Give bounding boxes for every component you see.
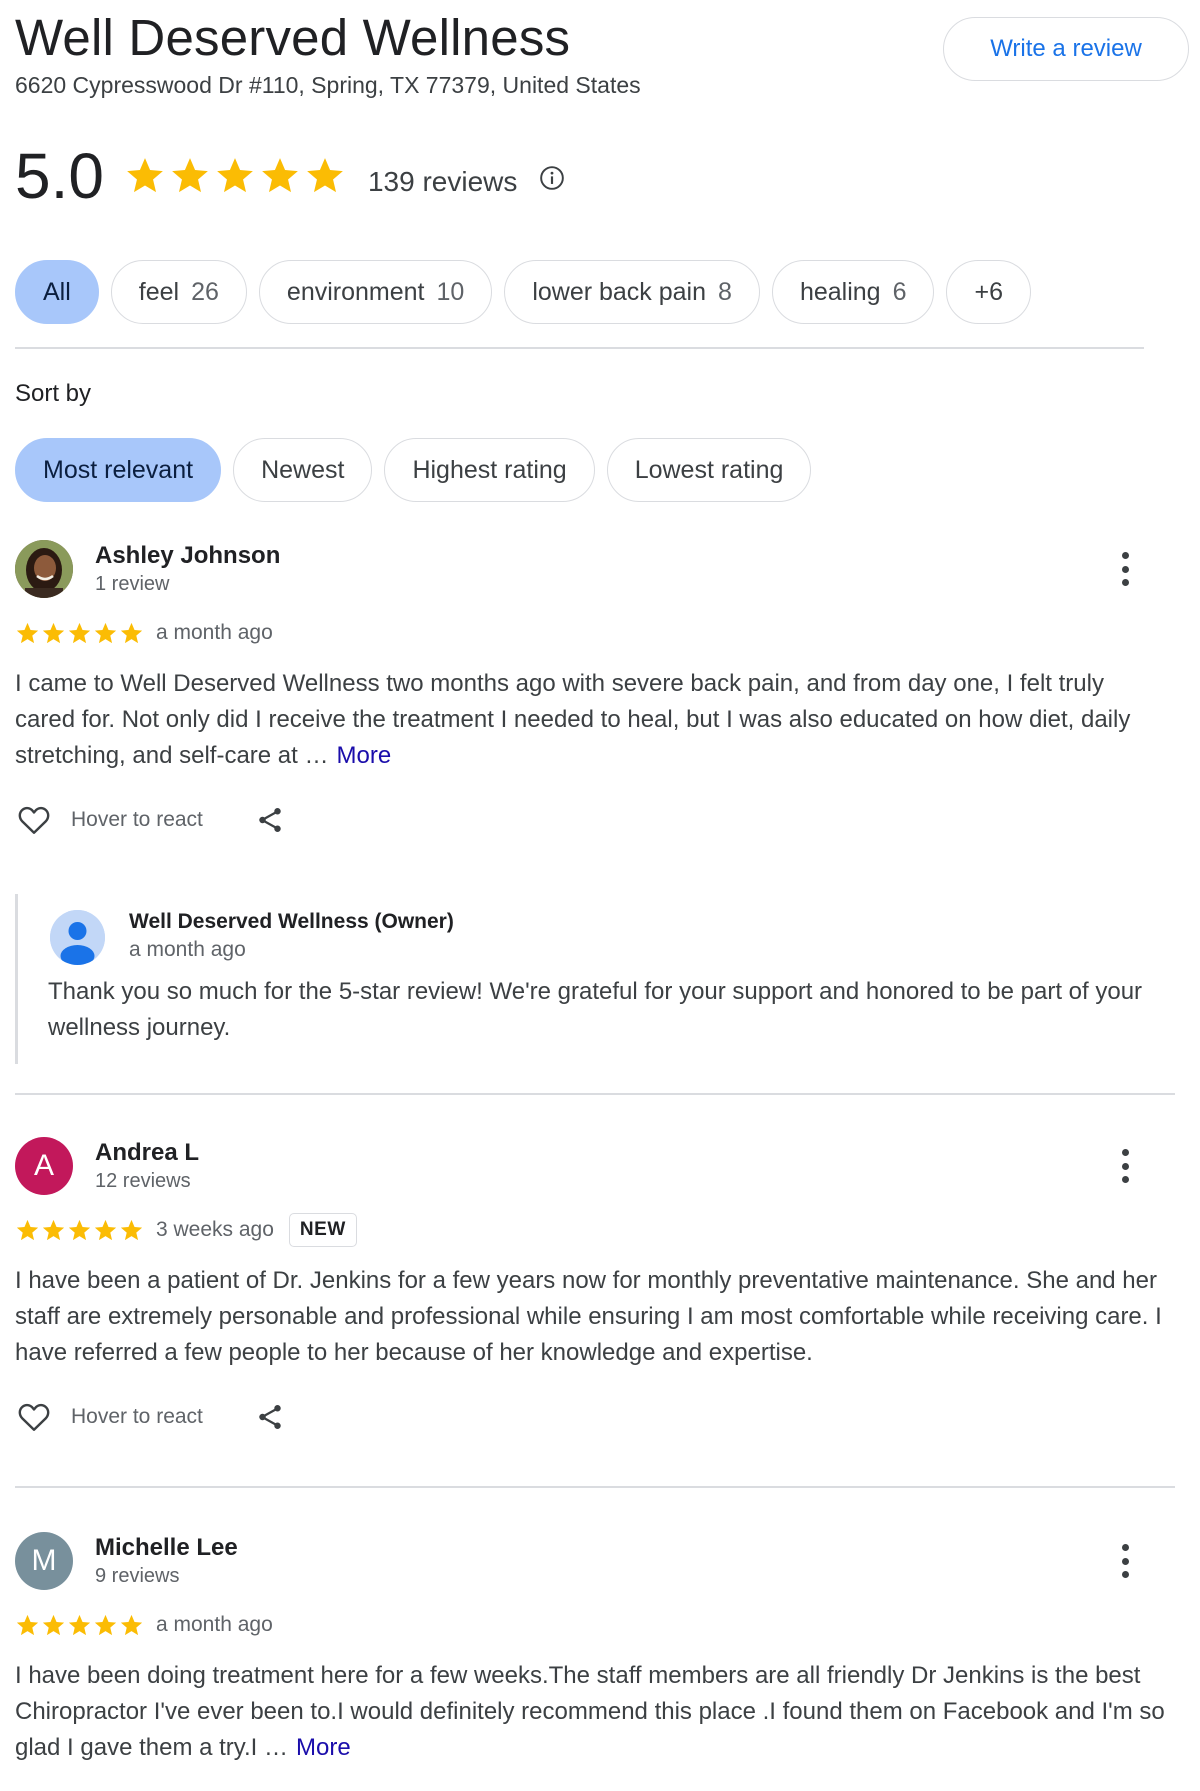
- info-icon[interactable]: [539, 165, 565, 191]
- heart-icon[interactable]: [15, 1399, 53, 1435]
- star-icon: [16, 622, 39, 643]
- review-stars: [15, 621, 144, 646]
- more-link[interactable]: More: [336, 742, 391, 769]
- share-icon[interactable]: [255, 1401, 285, 1433]
- sort-by-label: Sort by: [15, 380, 92, 407]
- sort-most-relevant[interactable]: Most relevant: [15, 438, 222, 502]
- topic-chip-feel[interactable]: feel 26: [110, 260, 247, 324]
- owner-avatar: [50, 910, 105, 965]
- star-icon: [94, 1219, 117, 1240]
- business-address: 6620 Cypresswood Dr #110, Spring, TX 773…: [15, 72, 641, 98]
- star-icon: [262, 158, 298, 193]
- more-options-icon[interactable]: [1119, 1544, 1131, 1578]
- review-time: a month ago: [156, 621, 273, 644]
- star-icon: [42, 1219, 65, 1240]
- review-text: I came to Well Deserved Wellness two mon…: [15, 670, 1131, 769]
- star-icon: [94, 622, 117, 643]
- star-icon: [120, 1219, 143, 1240]
- reviewer-review-count: 9 reviews: [95, 1565, 180, 1587]
- star-icon: [42, 1614, 65, 1635]
- business-name: Well Deserved Wellness: [15, 9, 571, 66]
- owner-reply-text: Thank you so much for the 5-star review!…: [48, 978, 1143, 1041]
- star-icon: [68, 1614, 91, 1635]
- topic-chip-all[interactable]: All: [15, 260, 99, 324]
- review-item: Ashley Johnson 1 review a month ago I ca…: [15, 540, 1175, 840]
- reviewer-review-count: 12 reviews: [95, 1170, 191, 1192]
- write-review-button[interactable]: Write a review: [943, 17, 1189, 81]
- heart-icon[interactable]: [15, 802, 53, 838]
- share-icon[interactable]: [255, 804, 285, 836]
- topic-chip-healing[interactable]: healing 6: [771, 260, 935, 324]
- react-label[interactable]: Hover to react: [71, 1405, 203, 1429]
- review-item: M Michelle Lee 9 reviews a month ago I h…: [15, 1532, 1175, 1766]
- topic-count: 8: [718, 277, 732, 306]
- divider: [15, 1093, 1175, 1095]
- star-icon: [307, 158, 343, 193]
- sort-highest-rating[interactable]: Highest rating: [384, 438, 595, 502]
- topic-count: 6: [892, 277, 907, 306]
- topic-count: 10: [436, 277, 465, 306]
- star-icon: [127, 158, 163, 193]
- topic-chip-environment[interactable]: environment 10: [258, 260, 493, 324]
- new-badge: NEW: [288, 1213, 357, 1247]
- star-icon: [16, 1614, 39, 1635]
- react-label[interactable]: Hover to react: [71, 808, 203, 832]
- owner-name: Well Deserved Wellness (Owner): [129, 910, 454, 933]
- sort-options: Most relevant Newest Highest rating Lowe…: [15, 438, 812, 502]
- review-item: A Andrea L 12 reviews 3 weeks ago NEW I …: [15, 1137, 1175, 1437]
- topic-chip-lower-back-pain[interactable]: lower back pain 8: [504, 260, 760, 324]
- review-time: a month ago: [156, 1613, 273, 1636]
- review-text: I have been doing treatment here for a f…: [15, 1662, 1165, 1761]
- reviewer-name[interactable]: Andrea L: [95, 1139, 199, 1167]
- star-icon: [68, 622, 91, 643]
- more-options-icon[interactable]: [1119, 1149, 1131, 1183]
- topic-chip-more[interactable]: +6: [946, 260, 1031, 324]
- sort-lowest-rating[interactable]: Lowest rating: [606, 438, 812, 502]
- star-icon: [172, 158, 208, 193]
- reviewer-review-count: 1 review: [95, 573, 170, 595]
- review-stars: [15, 1218, 144, 1243]
- reviewer-avatar[interactable]: M: [15, 1532, 73, 1590]
- star-icon: [68, 1219, 91, 1240]
- review-stars: [15, 1613, 144, 1638]
- reviewer-name[interactable]: Michelle Lee: [95, 1534, 238, 1562]
- more-link[interactable]: More: [296, 1734, 351, 1761]
- topic-filter-chips: All feel 26 environment 10 lower back pain…: [15, 260, 1031, 324]
- sort-newest[interactable]: Newest: [233, 438, 373, 502]
- average-rating-stars: [124, 155, 346, 197]
- topic-count: 26: [191, 277, 219, 306]
- review-text: I have been a patient of Dr. Jenkins for…: [15, 1267, 1162, 1366]
- review-time: 3 weeks ago: [156, 1218, 274, 1241]
- reviewer-avatar[interactable]: A: [15, 1137, 73, 1195]
- owner-reply: Well Deserved Wellness (Owner) a month a…: [15, 894, 1175, 1064]
- average-rating: 5.0: [15, 140, 104, 212]
- reviewer-avatar[interactable]: [15, 540, 73, 598]
- more-options-icon[interactable]: [1119, 552, 1131, 586]
- divider: [15, 1486, 1175, 1488]
- star-icon: [94, 1614, 117, 1635]
- star-icon: [16, 1219, 39, 1240]
- star-icon: [42, 622, 65, 643]
- owner-reply-time: a month ago: [129, 938, 246, 961]
- rating-summary: 5.0 139 reviews: [15, 136, 565, 216]
- star-icon: [120, 622, 143, 643]
- divider: [15, 347, 1144, 349]
- review-count[interactable]: 139 reviews: [368, 166, 517, 198]
- star-icon: [120, 1614, 143, 1635]
- star-icon: [217, 158, 253, 193]
- reviewer-name[interactable]: Ashley Johnson: [95, 542, 280, 570]
